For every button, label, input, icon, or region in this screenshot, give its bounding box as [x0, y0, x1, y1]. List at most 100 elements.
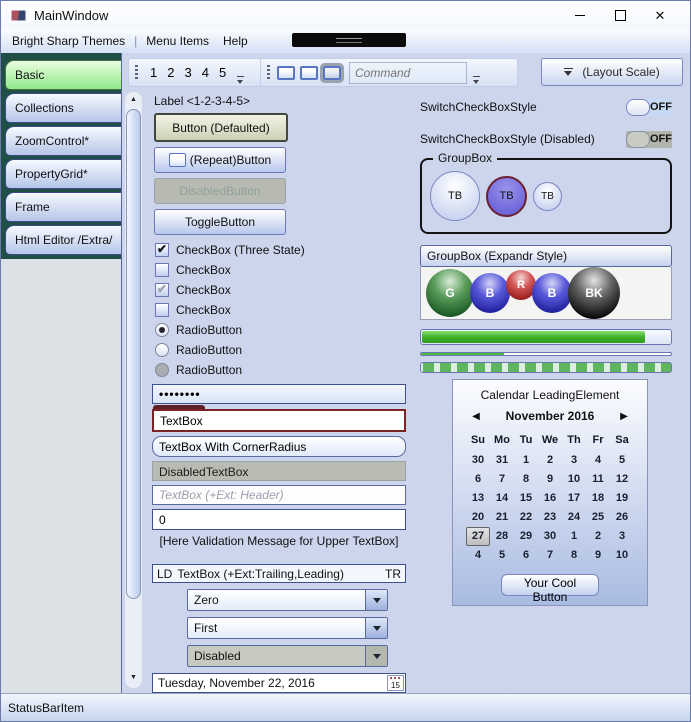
calendar-day[interactable]: 6	[466, 470, 490, 489]
error-textbox[interactable]	[152, 409, 406, 432]
radio-circle[interactable]	[155, 323, 169, 337]
calendar-day[interactable]: 7	[538, 546, 562, 565]
radio-button[interactable]: RadioButton	[155, 320, 406, 340]
calendar-day[interactable]: 25	[586, 508, 610, 527]
calendar-day[interactable]: 16	[538, 489, 562, 508]
calendar-day[interactable]: 10	[562, 470, 586, 489]
number-button[interactable]: 2	[162, 65, 179, 80]
corner-radius-textbox[interactable]	[152, 436, 406, 457]
next-month-button[interactable]: ▶	[615, 411, 633, 422]
calendar-day[interactable]: 2	[586, 527, 610, 546]
checkbox[interactable]: ✔ CheckBox (Three State)	[155, 240, 406, 260]
calendar-day[interactable]: 15	[514, 489, 538, 508]
menu-item-menu-items[interactable]: Menu Items	[139, 34, 216, 48]
tab[interactable]: PropertyGrid*	[5, 159, 121, 189]
scroll-down-button[interactable]: ▼	[125, 670, 142, 685]
calendar-day[interactable]: 22	[514, 508, 538, 527]
calendar-icon[interactable]: 15	[387, 675, 404, 691]
calendar-day[interactable]: 21	[490, 508, 514, 527]
calendar-day[interactable]: 7	[490, 470, 514, 489]
switch-checkbox[interactable]: OFF	[626, 99, 672, 116]
tab[interactable]: ZoomControl*	[5, 126, 121, 156]
calendar-day[interactable]: 30	[538, 527, 562, 546]
sphere-button[interactable]: B	[470, 273, 510, 313]
sphere-button[interactable]: B	[532, 273, 572, 313]
calendar-day[interactable]: 8	[562, 546, 586, 565]
toolbar-overflow-icon[interactable]	[471, 70, 482, 86]
circle-toggle-button[interactable]: TB	[430, 171, 480, 221]
expander-header[interactable]: GroupBox (Expandr Style)	[420, 245, 672, 267]
calendar-day[interactable]: 19	[610, 489, 634, 508]
minimize-button[interactable]	[560, 3, 600, 27]
calendar-day[interactable]: 27	[466, 527, 490, 546]
calendar-day[interactable]: 24	[562, 508, 586, 527]
checkbox[interactable]: ✔ CheckBox	[155, 300, 406, 320]
combobox-zero[interactable]: Zero	[187, 589, 388, 611]
sphere-button[interactable]: G	[426, 269, 474, 317]
menu-thumb-grip[interactable]	[292, 33, 406, 47]
password-box[interactable]	[152, 384, 406, 404]
maximize-button[interactable]	[600, 3, 640, 27]
prev-month-button[interactable]: ◀	[467, 411, 485, 422]
calendar-day[interactable]: 9	[586, 546, 610, 565]
radio-button[interactable]: RadioButton	[155, 360, 406, 380]
calendar-day[interactable]: 30	[466, 451, 490, 470]
zero-textbox[interactable]	[152, 509, 406, 530]
menu-item-help[interactable]: Help	[216, 34, 255, 48]
calendar-month-header[interactable]: November 2016	[485, 409, 615, 423]
command-input[interactable]	[349, 62, 467, 84]
calendar-day[interactable]: 18	[586, 489, 610, 508]
calendar-day[interactable]: 3	[610, 527, 634, 546]
toolbar-grip-icon[interactable]	[267, 65, 270, 81]
menu-item-themes[interactable]: Bright Sharp Themes	[5, 34, 132, 48]
layout-window-icon[interactable]	[300, 66, 318, 80]
calendar-day[interactable]: 13	[466, 489, 490, 508]
tab[interactable]: Basic	[5, 60, 121, 90]
calendar-day[interactable]: 29	[514, 527, 538, 546]
checkbox-box[interactable]: ✔	[155, 263, 169, 277]
calendar-day[interactable]: 5	[490, 546, 514, 565]
header-textbox[interactable]	[152, 485, 406, 505]
layout-window-icon-active[interactable]	[323, 66, 341, 80]
checkbox-box[interactable]: ✔	[155, 303, 169, 317]
default-button[interactable]: Button (Defaulted)	[154, 113, 288, 142]
calendar-day[interactable]: 9	[538, 470, 562, 489]
calendar-day[interactable]: 4	[586, 451, 610, 470]
switch-thumb[interactable]	[626, 99, 650, 116]
checkbox[interactable]: ✔ CheckBox	[155, 260, 406, 280]
toolbar-overflow-icon[interactable]	[235, 70, 246, 86]
tab[interactable]: Frame	[5, 192, 121, 222]
tab[interactable]: Collections	[5, 93, 121, 123]
combobox-first[interactable]: First	[187, 617, 388, 639]
calendar-day[interactable]: 6	[514, 546, 538, 565]
close-button[interactable]: ✕	[640, 3, 680, 27]
radio-button[interactable]: RadioButton	[155, 340, 406, 360]
layout-scale-button[interactable]: (Layout Scale)	[541, 58, 683, 86]
calendar-day[interactable]: 31	[490, 451, 514, 470]
calendar-day[interactable]: 1	[562, 527, 586, 546]
calendar-day[interactable]: 5	[610, 451, 634, 470]
calendar-day[interactable]: 20	[466, 508, 490, 527]
calendar-day[interactable]: 10	[610, 546, 634, 565]
repeat-button[interactable]: (Repeat)Button	[154, 147, 286, 173]
calendar-day[interactable]: 3	[562, 451, 586, 470]
calendar-day[interactable]: 14	[490, 489, 514, 508]
dropdown-button[interactable]	[365, 590, 387, 610]
checkbox-box[interactable]: ✔	[155, 283, 169, 297]
calendar-day[interactable]: 17	[562, 489, 586, 508]
checkbox[interactable]: ✔ CheckBox	[155, 280, 406, 300]
checkbox-box[interactable]: ✔	[155, 243, 169, 257]
calendar-day[interactable]: 4	[466, 546, 490, 565]
number-button[interactable]: 1	[145, 65, 162, 80]
sphere-button[interactable]: BK	[568, 267, 620, 319]
number-button[interactable]: 3	[179, 65, 196, 80]
toggle-button[interactable]: ToggleButton	[154, 209, 286, 235]
calendar-day[interactable]: 26	[610, 508, 634, 527]
radio-circle[interactable]	[155, 343, 169, 357]
number-button[interactable]: 5	[214, 65, 231, 80]
circle-toggle-button[interactable]: TB	[533, 182, 562, 211]
calendar-day[interactable]: 1	[514, 451, 538, 470]
circle-toggle-button[interactable]: TB	[486, 176, 527, 217]
calendar-day[interactable]: 12	[610, 470, 634, 489]
number-button[interactable]: 4	[197, 65, 214, 80]
